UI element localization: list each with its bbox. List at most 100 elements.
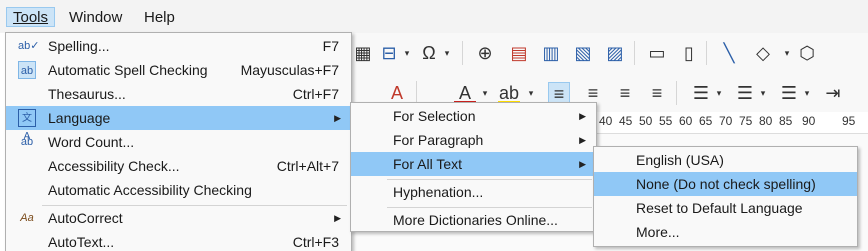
table-icon[interactable]: ▦ (352, 42, 374, 64)
auto-spellcheck-icon: ab (18, 61, 36, 79)
menu-item-label: For Paragraph (393, 132, 484, 148)
page-break-icon[interactable]: ▧ (572, 42, 594, 64)
menu-tools[interactable]: Tools (6, 7, 56, 27)
menu-item-shortcut: Mayusculas+F7 (240, 62, 339, 78)
chevron-down-icon[interactable]: ▾ (758, 82, 768, 104)
align-right-icon[interactable]: ≡ (614, 82, 636, 104)
highlight-color-icon[interactable]: ab (498, 82, 520, 104)
menu-item-label: For All Text (393, 156, 462, 172)
menu-item-shortcut: Ctrl+Alt+7 (276, 158, 339, 174)
menu-item-label: Spelling... (48, 38, 110, 54)
footnote-icon[interactable]: ▤ (508, 42, 530, 64)
menu-item-label: Automatic Spell Checking (48, 62, 208, 78)
menu-item-label: Language (48, 110, 111, 126)
menu-item-automatic-spell-checking[interactable]: ab Automatic Spell Checking Mayusculas+F… (6, 58, 351, 82)
menu-item-label: Thesaurus... (48, 86, 126, 102)
menu-window-label: Window (69, 9, 123, 26)
clear-formatting-icon[interactable]: A (386, 82, 408, 104)
submenu-arrow-icon: ▶ (579, 159, 586, 169)
endnote-icon[interactable]: ▥ (540, 42, 562, 64)
hyperlink-icon[interactable]: ⊕ (474, 42, 496, 64)
toolbar-separator (634, 41, 635, 65)
menu-item-label: Word Count... (48, 134, 135, 150)
chevron-down-icon[interactable]: ▾ (782, 42, 792, 64)
image-icon[interactable]: ⊟ (378, 42, 400, 64)
menu-item-autocorrect[interactable]: Aa AutoCorrect ▶ (6, 206, 351, 230)
menu-item-thesaurus[interactable]: Thesaurus... Ctrl+F7 (6, 82, 351, 106)
menubar: Tools Window Help (0, 0, 868, 33)
menu-item-for-paragraph[interactable]: For Paragraph ▶ (351, 128, 596, 152)
submenu-arrow-icon: ▶ (579, 111, 586, 121)
special-character-icon[interactable]: Ω (418, 42, 440, 64)
shapes-icon[interactable]: ◇ (752, 42, 774, 64)
field-icon[interactable]: ▨ (604, 42, 626, 64)
submenu-arrow-icon: ▶ (579, 135, 586, 145)
menu-item-more[interactable]: More... (594, 220, 857, 244)
bullet-list-icon[interactable]: ☰ (690, 82, 712, 104)
word-count-icon: ab (20, 136, 34, 148)
align-center-icon[interactable]: ≡ (582, 82, 604, 104)
ruler-tick: 40 (599, 114, 613, 128)
menu-help[interactable]: Help (138, 8, 181, 28)
chevron-down-icon[interactable]: ▾ (714, 82, 724, 104)
menu-item-english-usa[interactable]: English (USA) (594, 148, 857, 172)
menu-item-for-selection[interactable]: For Selection ▶ (351, 104, 596, 128)
menu-item-label: Reset to Default Language (636, 200, 803, 216)
submenu-arrow-icon: ▶ (334, 213, 341, 223)
autocorrect-icon: Aa (20, 212, 34, 224)
outline-list-icon[interactable]: ☰ (778, 82, 800, 104)
menu-item-label: For Selection (393, 108, 476, 124)
numbered-list-icon[interactable]: ☰ (734, 82, 756, 104)
menu-item-label: More Dictionaries Online... (393, 212, 558, 228)
ruler-tick: 70 (719, 114, 733, 128)
menu-item-reset-default-language[interactable]: Reset to Default Language (594, 196, 857, 220)
menu-item-language[interactable]: 文A Language ▶ (6, 106, 351, 142)
ruler-tick: 60 (679, 114, 693, 128)
draw-functions-icon[interactable]: ⬡ (796, 42, 818, 64)
menu-item-accessibility-check[interactable]: Accessibility Check... Ctrl+Alt+7 (6, 154, 351, 178)
chevron-down-icon[interactable]: ▾ (402, 42, 412, 64)
toolbar-separator (676, 81, 677, 105)
toolbar-separator (462, 41, 463, 65)
chevron-down-icon[interactable]: ▾ (480, 82, 490, 104)
menu-item-shortcut: Ctrl+F3 (292, 234, 339, 250)
menu-item-for-all-text[interactable]: For All Text ▶ (351, 152, 596, 176)
menu-tools-label: Tools (13, 9, 49, 26)
menu-item-more-dictionaries[interactable]: More Dictionaries Online... (351, 208, 596, 232)
menu-item-label: AutoText... (48, 234, 115, 250)
chevron-down-icon[interactable]: ▾ (526, 82, 536, 104)
menu-item-label: Accessibility Check... (48, 158, 180, 174)
menu-item-shortcut: Ctrl+F7 (292, 86, 339, 102)
menu-item-label: None (Do not check spelling) (636, 176, 816, 192)
menu-item-label: More... (636, 224, 680, 240)
track-changes-icon[interactable]: ▯ (678, 42, 700, 64)
ruler-tick: 85 (779, 114, 793, 128)
ruler-tick: 75 (739, 114, 753, 128)
tools-menu: ab✓ Spelling... F7 ab Automatic Spell Ch… (5, 32, 352, 251)
line-icon[interactable]: ╲ (718, 42, 740, 64)
submenu-arrow-icon: ▶ (334, 113, 341, 123)
ruler-tick: 90 (802, 114, 816, 128)
language-submenu: For Selection ▶ For Paragraph ▶ For All … (350, 102, 597, 232)
menu-item-automatic-accessibility-checking[interactable]: Automatic Accessibility Checking (6, 178, 351, 202)
font-color-icon[interactable]: A (454, 82, 476, 104)
align-left-icon[interactable]: ≡ (548, 82, 570, 104)
menu-item-word-count[interactable]: ab Word Count... (6, 130, 351, 154)
menu-window[interactable]: Window (63, 8, 128, 28)
comment-icon[interactable]: ▭ (646, 42, 668, 64)
standard-toolbar: ▦ ⊟ ▾ Ω ▾ ⊕ ▤ ▥ ▧ ▨ ▭ ▯ ╲ ◇ ▾ ⬡ (350, 33, 868, 73)
menu-item-none-do-not-check-spelling[interactable]: None (Do not check spelling) (594, 172, 857, 196)
chevron-down-icon[interactable]: ▾ (442, 42, 452, 64)
indent-icon[interactable]: ⇥ (822, 82, 844, 104)
menu-item-hyphenation[interactable]: Hyphenation... (351, 180, 596, 204)
toolbar-separator (706, 41, 707, 65)
menu-item-shortcut: F7 (322, 38, 339, 54)
language-icon: 文A (18, 109, 36, 142)
menu-item-autotext[interactable]: AutoText... Ctrl+F3 (6, 230, 351, 251)
menu-item-spelling[interactable]: ab✓ Spelling... F7 (6, 34, 351, 58)
spelling-icon: ab✓ (18, 40, 40, 52)
ruler-tick: 80 (759, 114, 773, 128)
chevron-down-icon[interactable]: ▾ (802, 82, 812, 104)
justify-icon[interactable]: ≡ (646, 82, 668, 104)
menu-item-label: Automatic Accessibility Checking (48, 182, 252, 198)
